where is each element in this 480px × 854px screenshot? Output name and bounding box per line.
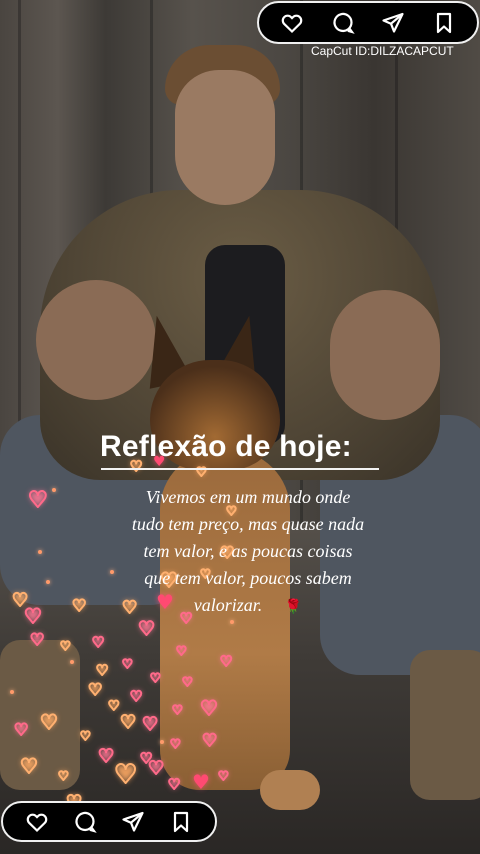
heart-sticker: ♥ [217,769,230,783]
heart-sticker: ♥ [95,663,109,679]
sparkle-dot [52,488,56,492]
comment-icon[interactable] [72,809,98,835]
sparkle-dot [38,550,42,554]
heart-sticker: ♥ [137,618,156,640]
capcut-watermark: CapCut ID:DILZACAPCUT [311,44,454,58]
heart-sticker: ♥ [175,644,188,658]
heart-sticker: ♥ [219,654,233,670]
post-title: Reflexão de hoje: [100,430,352,463]
title-underline [101,468,379,470]
heart-sticker: ♥ [87,680,103,699]
heart-sticker: ♥ [39,710,59,734]
heart-sticker: ♥ [129,689,143,705]
sparkle-dot [10,690,14,694]
heart-sticker: ♥ [199,696,219,720]
post-line: Vivemos em um mundo onde [145,487,351,507]
post-line: valorizar. [193,595,263,615]
person-boot-right [410,650,480,800]
heart-icon[interactable] [24,809,50,835]
heart-sticker: ♥ [27,488,49,513]
post-line: que tem valor, poucos sabem [144,568,352,588]
heart-icon[interactable] [279,10,305,36]
heart-sticker: ♥ [149,671,162,685]
heart-sticker: ♥ [71,596,87,615]
bottom-action-bar [1,801,217,842]
rose-emoji: 🌹 [284,600,303,615]
heart-sticker: ♥ [121,657,134,671]
heart-sticker: ♥ [119,712,137,733]
post-line-last: valorizar. 🌹 [104,592,392,621]
heart-sticker: ♥ [147,758,165,779]
heart-sticker: ♥ [79,729,92,743]
heart-sticker: ♥ [192,770,210,794]
send-icon[interactable] [380,10,406,36]
dog-paw [260,770,320,810]
heart-sticker: ♥ [29,630,45,649]
heart-sticker: ♥ [141,714,159,735]
heart-sticker: ♥ [57,769,70,783]
heart-sticker: ♥ [201,731,218,751]
heart-sticker: ♥ [113,760,138,790]
heart-sticker: ♥ [181,675,194,689]
heart-sticker: ♥ [13,720,29,739]
post-body: Vivemos em um mundo onde tudo tem preço,… [104,484,392,621]
heart-sticker: ♥ [59,639,72,653]
background-photo [0,0,480,854]
send-icon[interactable] [120,809,146,835]
heart-sticker: ♥ [19,754,39,778]
bookmark-icon[interactable] [168,809,194,835]
person-head [175,70,275,205]
comment-icon[interactable] [330,10,356,36]
heart-sticker: ♥ [169,737,182,751]
sparkle-dot [160,740,164,744]
heart-sticker: ♥ [97,746,115,767]
sparkle-dot [70,660,74,664]
sparkle-dot [46,580,50,584]
heart-sticker: ♥ [171,703,184,717]
heart-sticker: ♥ [23,604,43,628]
heart-sticker: ♥ [107,699,121,714]
top-action-bar [257,1,479,44]
heart-sticker: ♥ [167,777,181,793]
person-arm-right [330,290,440,420]
post-line: tudo tem preço, mas quase nada [131,514,365,534]
heart-sticker: ♥ [91,635,105,651]
post-line: tem valor, e as poucas coisas [143,541,353,561]
bookmark-icon[interactable] [431,10,457,36]
